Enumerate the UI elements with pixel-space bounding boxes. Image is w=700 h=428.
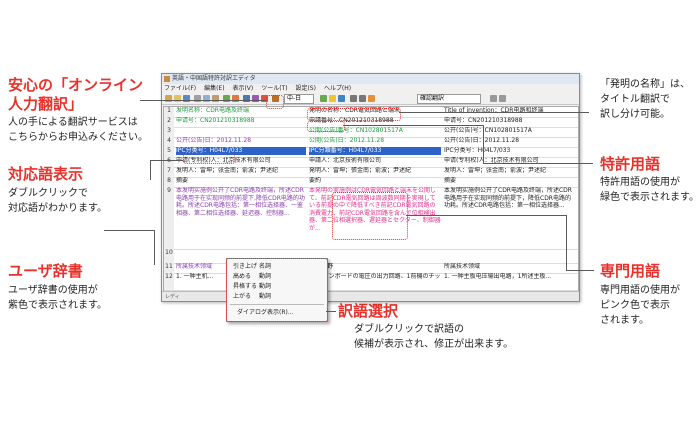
mode-combo[interactable]: 確認翻訳 xyxy=(417,94,481,104)
highlight-human-translation xyxy=(266,95,284,109)
retranslate-icon[interactable] xyxy=(338,95,345,102)
callout-human-translation-title: 安心の「オンライン 人力翻訳」 xyxy=(8,76,144,113)
menu-file[interactable]: ファイル(F) xyxy=(164,85,196,92)
menu-view[interactable]: 表示(V) xyxy=(232,85,253,92)
options-icon[interactable] xyxy=(368,95,375,102)
callout-technical-terms-desc: 専門用語の使用が ピンク色で表示 されます。 xyxy=(600,285,680,326)
next-icon[interactable] xyxy=(359,95,366,102)
callout-user-dict-title: ユーザ辞書 xyxy=(8,262,83,280)
toolbar: 中-日 確認翻訳 xyxy=(162,93,579,105)
callout-word-select-desc: ダブルクリックで訳語の 候補が表示され、修正が出来ます。 xyxy=(354,324,514,350)
leader-line xyxy=(483,125,484,163)
leader-line xyxy=(140,100,266,101)
leader-line xyxy=(483,163,593,164)
window-title: 英語・中国語特許対訳エディタ xyxy=(172,75,256,82)
callout-word-select-title: 訳語選択 xyxy=(338,302,399,320)
status-bar: レディ xyxy=(162,291,579,301)
highlight-patent-term xyxy=(307,121,345,132)
callout-technical-terms-title: 専門用語 xyxy=(600,262,661,280)
callout-patent-terms-title: 特許用語 xyxy=(600,155,661,173)
app-icon xyxy=(164,76,170,82)
leader-line xyxy=(399,112,589,113)
leader-line xyxy=(154,230,155,265)
callout-counterpart-title: 対応語表示 xyxy=(8,165,84,183)
language-combo[interactable]: 中-日 xyxy=(284,94,314,104)
config-icon[interactable] xyxy=(490,95,497,102)
menu-edit[interactable]: 編集(E) xyxy=(204,85,224,92)
leader-line xyxy=(566,215,567,270)
highlight-user-dict-term xyxy=(183,153,235,164)
window-titlebar: 英語・中国語特許対訳エディタ xyxy=(162,74,579,84)
translate-icon[interactable] xyxy=(320,95,327,102)
callout-human-translation-desc: 人の手による翻訳サービスは こちらからお申込みください。 xyxy=(8,117,148,143)
leader-line xyxy=(326,311,336,312)
callout-user-dict-desc: ユーザ辞書の使用が 紫色で表示されます。 xyxy=(8,285,107,311)
callout-invention-name-desc: 「発明の名称」は、 タイトル翻訳で 訳し分け可能。 xyxy=(600,79,690,120)
callout-patent-terms-desc: 特許用語の使用が 緑色で表示されます。 xyxy=(600,177,699,203)
translate-all-icon[interactable] xyxy=(329,95,336,102)
menu-help[interactable]: ヘルプ(H) xyxy=(324,85,351,92)
leader-line xyxy=(566,270,594,271)
menu-tools[interactable]: ツール(T) xyxy=(261,85,287,92)
callout-counterpart-desc: ダブルクリックで 対応語がわかります。 xyxy=(8,188,107,214)
leader-line xyxy=(150,160,183,161)
prev-icon[interactable] xyxy=(350,95,357,102)
highlight-technical-term xyxy=(332,192,408,240)
leader-line xyxy=(343,125,483,126)
leader-line xyxy=(406,215,566,216)
menu-settings[interactable]: 設定(S) xyxy=(295,85,316,92)
leader-line xyxy=(104,230,154,231)
leader-line xyxy=(150,160,151,180)
menu-bar: ファイル(F) 編集(E) 表示(V) ツール(T) 設定(S) ヘルプ(H) xyxy=(162,84,579,93)
highlight-invention-name xyxy=(307,108,401,121)
layout-icon[interactable] xyxy=(499,95,506,102)
highlight-word-select xyxy=(226,258,328,322)
